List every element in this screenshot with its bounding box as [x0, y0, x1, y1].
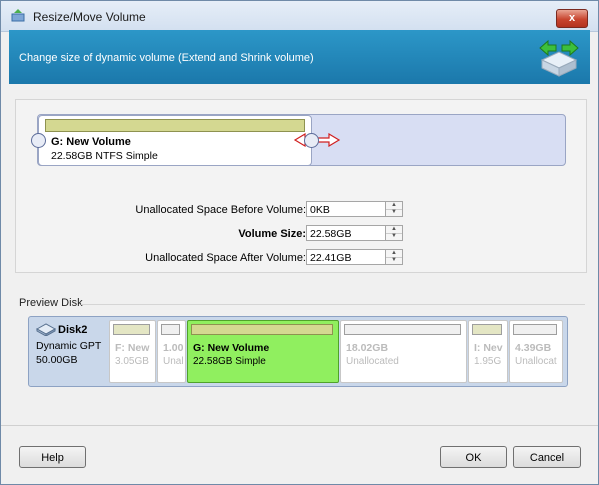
before-space-row: Unallocated Space Before Volume: 0KB ▲ ▼: [16, 201, 586, 219]
title-bar[interactable]: Resize/Move Volume x: [1, 1, 598, 32]
help-button[interactable]: Help: [19, 446, 86, 468]
spin-down-icon[interactable]: ▼: [386, 209, 402, 216]
after-space-spinner[interactable]: ▲ ▼: [386, 249, 403, 265]
partition-info: Unallocat: [515, 356, 557, 367]
window-title: Resize/Move Volume: [33, 10, 146, 24]
partition-info: 22.58GB Simple: [193, 356, 266, 367]
spin-down-icon[interactable]: ▼: [386, 233, 402, 240]
volume-size-spinner[interactable]: ▲ ▼: [386, 225, 403, 241]
disk-type: Dynamic GPT: [36, 340, 102, 352]
before-space-spinner[interactable]: ▲ ▼: [386, 201, 403, 217]
partition-usage-bar: [344, 324, 461, 335]
resize-move-volume-dialog: Resize/Move Volume x Change size of dyna…: [0, 0, 599, 485]
partition-name: G: New Volume: [193, 342, 270, 354]
resize-volume-icon: [539, 39, 579, 77]
ok-button[interactable]: OK: [440, 446, 507, 468]
partition-info: Unal: [163, 356, 184, 367]
partition-name: 18.02GB: [346, 342, 389, 354]
disk-name: Disk2: [58, 324, 88, 336]
after-space-row: Unallocated Space After Volume: 22.41GB …: [16, 249, 586, 267]
after-space-label: Unallocated Space After Volume:: [145, 252, 306, 264]
cancel-button[interactable]: Cancel: [513, 446, 581, 468]
volume-info: 22.58GB NTFS Simple: [51, 150, 158, 162]
partition-name: 1.00: [163, 342, 184, 354]
spin-down-icon[interactable]: ▼: [386, 257, 402, 264]
footer-divider: [1, 425, 598, 426]
volume-block[interactable]: G: New Volume 22.58GB NTFS Simple: [38, 115, 312, 166]
header-description: Change size of dynamic volume (Extend an…: [19, 52, 314, 64]
partition-usage-bar: [161, 324, 180, 335]
volume-size-input[interactable]: 22.58GB: [306, 225, 386, 241]
partition-g-selected[interactable]: G: New Volume 22.58GB Simple: [187, 320, 339, 383]
disk-icon: [35, 323, 57, 336]
before-space-label: Unallocated Space Before Volume:: [135, 204, 306, 216]
partition-usage-bar: [472, 324, 502, 335]
partition-name: 4.39GB: [515, 342, 552, 354]
right-resize-handle[interactable]: [304, 133, 319, 148]
partition-info: 3.05GB: [115, 356, 149, 367]
partition-usage-bar: [113, 324, 150, 335]
partition-name: F: New: [115, 342, 150, 354]
after-space-input[interactable]: 22.41GB: [306, 249, 386, 265]
volume-size-row: Volume Size: 22.58GB ▲ ▼: [16, 225, 586, 243]
disk-size: 50.00GB: [36, 354, 78, 366]
partition-usage-bar: [191, 324, 333, 335]
partition-info: Unallocated: [346, 356, 399, 367]
preview-divider: [81, 304, 585, 305]
left-resize-handle[interactable]: [31, 133, 46, 148]
volume-usage-bar: [45, 119, 305, 132]
partition-i[interactable]: I: Nev 1.95G: [468, 320, 508, 383]
partition-unallocated-2[interactable]: 18.02GB Unallocated: [340, 320, 467, 383]
disk-info[interactable]: Disk2 Dynamic GPT 50.00GB: [30, 318, 107, 383]
volume-name: G: New Volume: [51, 136, 131, 148]
before-space-input[interactable]: 0KB: [306, 201, 386, 217]
partition-info: 1.95G: [474, 356, 502, 367]
volume-size-label: Volume Size:: [238, 228, 306, 240]
partition-unallocated-1[interactable]: 1.00 Unal: [157, 320, 186, 383]
partition-unallocated-3[interactable]: 4.39GB Unallocat: [509, 320, 563, 383]
app-icon: [11, 9, 25, 22]
partition-f[interactable]: F: New 3.05GB: [109, 320, 156, 383]
header-banner: Change size of dynamic volume (Extend an…: [9, 30, 590, 84]
preview-disk-label: Preview Disk: [19, 297, 83, 309]
preview-disk-strip: Disk2 Dynamic GPT 50.00GB F: New 3.05GB …: [28, 316, 568, 387]
dialog-body: G: New Volume 22.58GB NTFS Simple Unallo…: [9, 84, 590, 425]
partition-usage-bar: [513, 324, 557, 335]
partition-name: I: Nev: [474, 342, 503, 354]
resize-panel: G: New Volume 22.58GB NTFS Simple Unallo…: [15, 99, 587, 273]
close-button[interactable]: x: [556, 9, 588, 28]
